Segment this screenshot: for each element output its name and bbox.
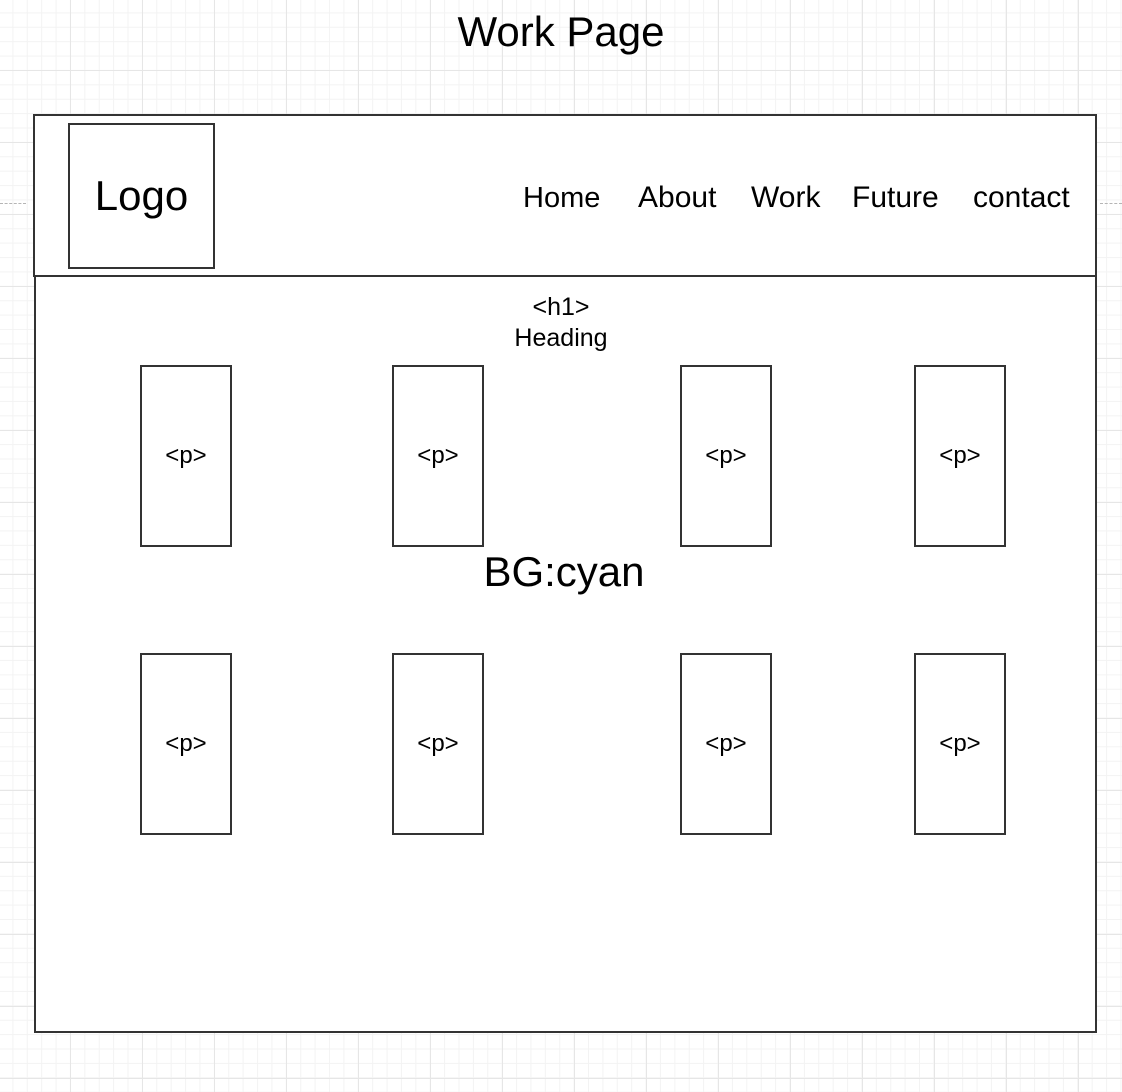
paragraph-label: <p>	[939, 442, 981, 469]
nav-item-about[interactable]: About	[638, 180, 716, 216]
logo-label: Logo	[94, 172, 189, 219]
heading-tag-label: <h1>	[532, 293, 590, 321]
heading-text-label: Heading	[514, 324, 608, 352]
paragraph-box: <p>	[140, 653, 232, 835]
heading-placeholder: <h1> Heading	[461, 292, 661, 354]
paragraph-label: <p>	[417, 442, 459, 469]
nav-item-contact[interactable]: contact	[973, 180, 1070, 216]
page-title: Work Page	[457, 8, 665, 55]
paragraph-label: <p>	[705, 442, 747, 469]
paragraph-box: <p>	[392, 653, 484, 835]
background-color-note: BG:cyan	[483, 548, 645, 595]
paragraph-box: <p>	[680, 653, 772, 835]
paragraph-box: <p>	[392, 365, 484, 547]
paragraph-box: <p>	[680, 365, 772, 547]
paragraph-label: <p>	[939, 730, 981, 757]
paragraph-box: <p>	[914, 653, 1006, 835]
nav-item-work[interactable]: Work	[751, 180, 820, 216]
paragraph-label: <p>	[705, 730, 747, 757]
paragraph-box: <p>	[914, 365, 1006, 547]
paragraph-label: <p>	[165, 442, 207, 469]
logo-placeholder[interactable]: Logo	[68, 123, 215, 269]
paragraph-box: <p>	[140, 365, 232, 547]
nav-item-home[interactable]: Home	[523, 180, 600, 216]
guide-line-left	[0, 203, 26, 204]
guide-line-right	[1100, 203, 1122, 204]
paragraph-label: <p>	[165, 730, 207, 757]
paragraph-label: <p>	[417, 730, 459, 757]
nav-item-future[interactable]: Future	[852, 180, 939, 216]
